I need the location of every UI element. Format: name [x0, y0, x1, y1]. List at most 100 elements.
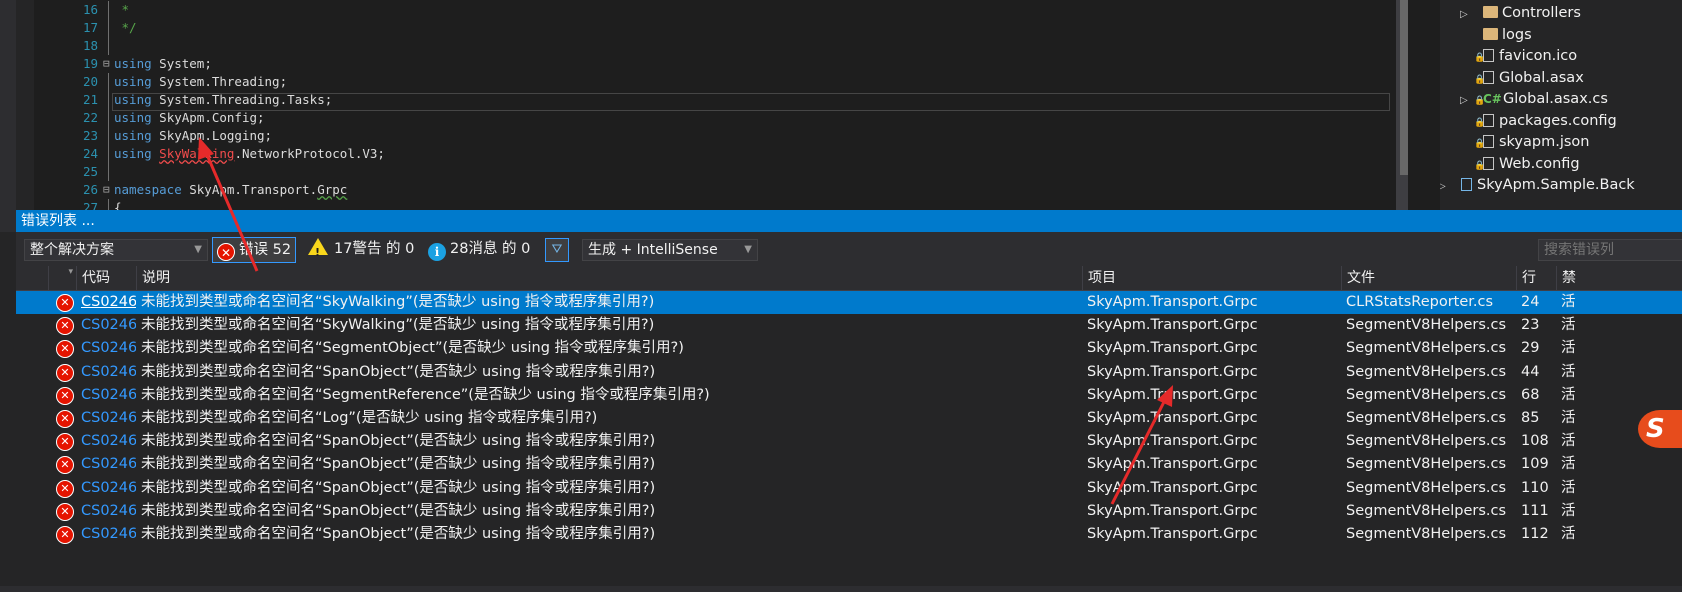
code-line[interactable]: 23 using SkyApm.Logging;: [34, 127, 1394, 145]
error-code-link[interactable]: CS0246: [76, 314, 136, 337]
scope-value: 整个解决方案: [30, 242, 114, 258]
code-line[interactable]: 27 {: [34, 199, 1394, 210]
header-file[interactable]: 文件: [1341, 266, 1516, 291]
error-code-link[interactable]: CS0246: [76, 453, 136, 476]
code-line[interactable]: 22 using SkyApm.Config;: [34, 109, 1394, 127]
table-row[interactable]: ✕ CS0246 未能找到类型或命名空间名“SegmentReference”(是否…: [16, 384, 1682, 407]
line-number: 21: [82, 92, 98, 107]
solution-item[interactable]: 🔒 Global.asax: [1460, 67, 1584, 89]
table-row[interactable]: ✕ CS0246 未能找到类型或命名空间名“SpanObject”(是否缺少 usi…: [16, 500, 1682, 523]
build-filter-dropdown[interactable]: 生成 + IntelliSense ▼: [582, 239, 758, 261]
error-code-text[interactable]: CS0246: [81, 480, 136, 496]
error-code-text[interactable]: CS0246: [81, 317, 136, 333]
bottom-tab-strip[interactable]: [0, 586, 1682, 592]
error-line: 111: [1521, 502, 1549, 519]
outline-guide: [108, 37, 109, 55]
build-filter-value: 生成 + IntelliSense: [588, 242, 718, 258]
code-line[interactable]: 19 ⊟ using System;: [34, 55, 1394, 73]
error-code-link[interactable]: CS0246: [76, 291, 136, 314]
error-code-link[interactable]: CS0246: [76, 430, 136, 453]
error-code-link[interactable]: CS0246: [76, 361, 136, 384]
file-icon: [1483, 49, 1494, 62]
code-line[interactable]: 17 */: [34, 19, 1394, 37]
error-suppression-state: 活: [1561, 502, 1576, 519]
code-editor[interactable]: 16 * 17 */18 19 ⊟ using System; 20 using Syste…: [0, 0, 1408, 210]
scope-dropdown[interactable]: 整个解决方案 ▼: [24, 239, 208, 261]
error-project: SkyApm.Transport.Grpc: [1087, 526, 1258, 542]
line-number: 20: [82, 74, 98, 89]
table-row[interactable]: ✕ CS0246 未能找到类型或命名空间名“SegmentObject”(是否缺少 …: [16, 337, 1682, 360]
keyword-token: using: [114, 128, 152, 143]
header-code[interactable]: 代码: [76, 266, 136, 291]
error-description: 未能找到类型或命名空间名“SpanObject”(是否缺少 using 指令或程…: [141, 433, 656, 450]
error-code-text[interactable]: CS0246: [81, 410, 136, 426]
expand-arrow-icon[interactable]: ▷: [1440, 176, 1452, 198]
error-file: SegmentV8Helpers.cs: [1346, 456, 1507, 473]
code-line[interactable]: 24 using SkyWalking.NetworkProtocol.V3;: [34, 145, 1394, 163]
fold-toggle-icon[interactable]: ⊟: [103, 181, 113, 199]
solution-item[interactable]: ▷ Controllers: [1460, 2, 1581, 24]
error-code-text[interactable]: CS0246: [81, 364, 136, 380]
code-token: System.Threading;: [151, 74, 288, 89]
error-code-link[interactable]: CS0246: [76, 523, 136, 546]
table-row[interactable]: ✕ CS0246 未能找到类型或命名空间名“Log”(是否缺少 using 指令或程…: [16, 407, 1682, 430]
code-token: System;: [151, 56, 212, 71]
error-code-link[interactable]: CS0246: [76, 337, 136, 360]
code-line[interactable]: 18: [34, 37, 1394, 55]
fold-toggle-icon[interactable]: ⊟: [103, 55, 113, 73]
solution-item-label: Controllers: [1502, 5, 1581, 21]
code-line[interactable]: 26 ⊟ namespace SkyApm.Transport.Grpc: [34, 181, 1394, 199]
solution-item[interactable]: 🔒 skyapm.json: [1460, 131, 1589, 153]
folder-icon: [1483, 6, 1498, 18]
warnings-filter-button[interactable]: ! 17警告 的 0: [304, 237, 424, 263]
table-row[interactable]: ✕ CS0246 未能找到类型或命名空间名“SkyWalking”(是否缺少 usi…: [16, 314, 1682, 337]
errors-filter-button[interactable]: ✕ 错误 52: [212, 237, 296, 263]
error-code-link[interactable]: CS0246: [76, 384, 136, 407]
error-code-text[interactable]: CS0246: [81, 456, 136, 472]
solution-item[interactable]: 🔒 packages.config: [1460, 110, 1617, 132]
solution-item[interactable]: ▷ SkyApm.Sample.Back: [1440, 174, 1635, 196]
code-text: */: [114, 19, 137, 37]
error-code-text[interactable]: CS0246: [81, 433, 136, 449]
solution-item[interactable]: logs: [1460, 24, 1532, 46]
solution-item[interactable]: ▷ 🔒C#Global.asax.cs: [1460, 88, 1608, 110]
error-code-text[interactable]: CS0246: [81, 526, 136, 542]
error-code-text[interactable]: CS0246: [81, 503, 136, 519]
editor-vertical-scrollbar[interactable]: [1396, 0, 1408, 210]
panel-edge: [0, 210, 16, 232]
code-text: *: [114, 1, 130, 19]
code-line[interactable]: 25: [34, 163, 1394, 181]
line-number: 25: [82, 164, 98, 179]
filter-icon[interactable]: ⛛: [545, 238, 569, 262]
solution-explorer[interactable]: ▷ Controllers logs 🔒 favicon.ico 🔒 Global.asax…: [1440, 0, 1682, 210]
error-code-text[interactable]: CS0246: [81, 294, 136, 310]
code-line[interactable]: 20 using System.Threading;: [34, 73, 1394, 91]
table-row[interactable]: ✕ CS0246 未能找到类型或命名空间名“SpanObject”(是否缺少 usi…: [16, 361, 1682, 384]
header-line[interactable]: 行: [1516, 266, 1556, 291]
header-project[interactable]: 项目: [1082, 266, 1341, 291]
table-row[interactable]: ✕ CS0246 未能找到类型或命名空间名“SkyWalking”(是否缺少 usi…: [16, 291, 1682, 314]
table-row[interactable]: ✕ CS0246 未能找到类型或命名空间名“SpanObject”(是否缺少 usi…: [16, 477, 1682, 500]
error-code-link[interactable]: CS0246: [76, 500, 136, 523]
error-code-text[interactable]: CS0246: [81, 387, 136, 403]
table-row[interactable]: ✕ CS0246 未能找到类型或命名空间名“SpanObject”(是否缺少 usi…: [16, 430, 1682, 453]
error-code-link[interactable]: CS0246: [76, 407, 136, 430]
error-code-link[interactable]: CS0246: [76, 477, 136, 500]
solution-item[interactable]: 🔒 favicon.ico: [1460, 45, 1577, 67]
scrollbar-thumb[interactable]: [1400, 0, 1408, 175]
error-code-text[interactable]: CS0246: [81, 340, 136, 356]
table-row[interactable]: ✕ CS0246 未能找到类型或命名空间名“SpanObject”(是否缺少 usi…: [16, 453, 1682, 476]
error-list-title[interactable]: 错误列表 ...: [16, 210, 1682, 232]
code-line[interactable]: 16 *: [34, 1, 1394, 19]
header-description[interactable]: 说明: [136, 266, 1082, 291]
code-text: using System.Threading;: [114, 73, 287, 91]
error-suppression-state: 活: [1561, 386, 1576, 403]
error-search-input[interactable]: [1538, 239, 1682, 261]
messages-filter-button[interactable]: i 28消息 的 0: [424, 237, 548, 263]
table-row[interactable]: ✕ CS0246 未能找到类型或命名空间名“SpanObject”(是否缺少 usi…: [16, 523, 1682, 546]
header-icon-column[interactable]: ▾: [48, 266, 76, 291]
solution-item[interactable]: 🔒 Web.config: [1460, 153, 1580, 175]
header-suppress[interactable]: 禁: [1556, 266, 1682, 291]
keyword-token: using: [114, 146, 152, 161]
outline-guide: [108, 1, 109, 19]
